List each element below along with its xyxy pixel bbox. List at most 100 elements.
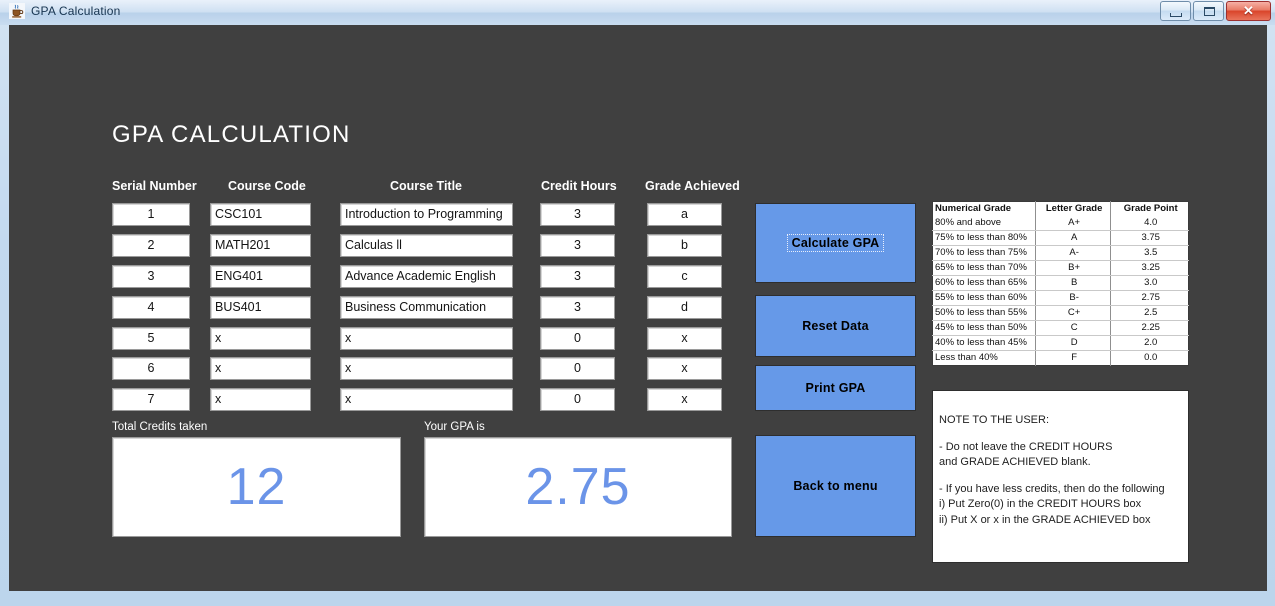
note-spacer [939, 429, 1188, 440]
course-code-field-row-6[interactable]: x [210, 357, 311, 380]
grade-point: 2.0 [1110, 335, 1189, 351]
maximize-icon [1204, 7, 1215, 16]
letter-grade: C+ [1035, 305, 1112, 321]
credit-hours-field-row-7[interactable]: 0 [540, 388, 615, 411]
course-title-field-row-6[interactable]: x [340, 357, 513, 380]
credit-hours-field-row-4[interactable]: 3 [540, 296, 615, 319]
course-title-field-row-7[interactable]: x [340, 388, 513, 411]
grade-scale-header-row: Numerical Grade Letter Grade Grade Point [932, 201, 1189, 216]
letter-grade: B [1035, 275, 1112, 291]
letter-grade: F [1035, 350, 1112, 366]
print-gpa-label: Print GPA [805, 381, 866, 395]
grade-field-row-4[interactable]: d [647, 296, 722, 319]
column-header-credit-hours: Credit Hours [541, 179, 617, 193]
course-code-field-row-4[interactable]: BUS401 [210, 296, 311, 319]
grade-field-row-3[interactable]: c [647, 265, 722, 288]
serial-field-row-1[interactable]: 1 [112, 203, 190, 226]
credit-hours-field-row-2[interactable]: 3 [540, 234, 615, 257]
minimize-icon [1170, 13, 1182, 17]
application-window: GPA Calculation ✕ GPA CALCULATION Serial… [0, 0, 1275, 606]
window-title: GPA Calculation [31, 4, 121, 18]
grade-field-row-1[interactable]: a [647, 203, 722, 226]
grade-scale-header-letter: Letter Grade [1035, 201, 1112, 216]
serial-field-row-7[interactable]: 7 [112, 388, 190, 411]
grade-range: 45% to less than 50% [932, 320, 1036, 336]
gpa-label: Your GPA is [424, 421, 485, 433]
table-row: 55% to less than 60% B- 2.75 [932, 290, 1189, 306]
grade-field-row-5[interactable]: x [647, 327, 722, 350]
app-content: GPA CALCULATION Serial Number Course Cod… [9, 25, 1267, 591]
course-code-field-row-2[interactable]: MATH201 [210, 234, 311, 257]
note-spacer [939, 471, 1188, 482]
grade-point: 3.0 [1110, 275, 1189, 291]
course-title-field-row-5[interactable]: x [340, 327, 513, 350]
close-button[interactable]: ✕ [1226, 1, 1271, 21]
credit-hours-field-row-6[interactable]: 0 [540, 357, 615, 380]
reset-data-button[interactable]: Reset Data [755, 295, 916, 357]
table-row: 60% to less than 65% B 3.0 [932, 275, 1189, 291]
course-title-field-row-4[interactable]: Business Communication [340, 296, 513, 319]
letter-grade: C [1035, 320, 1112, 336]
back-to-menu-label: Back to menu [793, 479, 878, 493]
note-line-4: i) Put Zero(0) in the CREDIT HOURS box [939, 498, 1142, 510]
total-credits-value: 12 [112, 437, 401, 537]
serial-field-row-5[interactable]: 5 [112, 327, 190, 350]
table-row: 70% to less than 75% A- 3.5 [932, 245, 1189, 261]
credit-hours-field-row-5[interactable]: 0 [540, 327, 615, 350]
grade-range: Less than 40% [932, 350, 1036, 366]
letter-grade: A+ [1035, 216, 1112, 231]
grade-range: 75% to less than 80% [932, 230, 1036, 246]
table-row: 45% to less than 50% C 2.25 [932, 320, 1189, 336]
credit-hours-field-row-1[interactable]: 3 [540, 203, 615, 226]
column-header-course-title: Course Title [390, 179, 463, 193]
grade-point: 2.25 [1110, 320, 1189, 336]
grade-field-row-2[interactable]: b [647, 234, 722, 257]
grade-point: 0.0 [1144, 352, 1158, 363]
serial-field-row-4[interactable]: 4 [112, 296, 190, 319]
course-code-field-row-5[interactable]: x [210, 327, 311, 350]
letter-grade: A [1035, 230, 1112, 246]
note-line-3: - If you have less credits, then do the … [939, 482, 1165, 495]
grade-field-row-7[interactable]: x [647, 388, 722, 411]
grade-point: 3.25 [1110, 260, 1189, 276]
title-bar-left: GPA Calculation [9, 3, 121, 19]
credit-hours-field-row-3[interactable]: 3 [540, 265, 615, 288]
serial-field-row-3[interactable]: 3 [112, 265, 190, 288]
table-row: 80% and above A+ 4.0 [932, 216, 1189, 231]
column-header-course-code: Course Code [228, 179, 306, 193]
page-title: GPA CALCULATION [112, 121, 351, 148]
course-code-field-row-3[interactable]: ENG401 [210, 265, 311, 288]
serial-field-row-6[interactable]: 6 [112, 357, 190, 380]
grade-range: 50% to less than 55% [932, 305, 1036, 321]
gpa-value: 2.75 [424, 437, 732, 537]
back-to-menu-button[interactable]: Back to menu [755, 435, 916, 537]
minimize-button[interactable] [1160, 1, 1191, 21]
letter-grade: D [1035, 335, 1112, 351]
calculate-gpa-label: Calculate GPA [786, 234, 885, 252]
letter-grade: B+ [1035, 260, 1112, 276]
letter-grade: B- [1035, 290, 1112, 306]
print-gpa-button[interactable]: Print GPA [755, 365, 916, 411]
course-code-field-row-1[interactable]: CSC101 [210, 203, 311, 226]
letter-grade: A- [1035, 245, 1112, 261]
course-title-field-row-3[interactable]: Advance Academic English [340, 265, 513, 288]
grade-point: 2.75 [1110, 290, 1189, 306]
note-line-2: and GRADE ACHIEVED blank. [939, 456, 1091, 468]
course-title-field-row-2[interactable]: Calculas ll [340, 234, 513, 257]
serial-field-row-2[interactable]: 2 [112, 234, 190, 257]
course-title-field-row-1[interactable]: Introduction to Programming [340, 203, 513, 226]
column-header-grade-achieved: Grade Achieved [645, 179, 740, 193]
course-code-field-row-7[interactable]: x [210, 388, 311, 411]
close-icon: ✕ [1243, 3, 1254, 18]
note-line-1: - Do not leave the CREDIT HOURS [939, 440, 1113, 453]
grade-field-row-6[interactable]: x [647, 357, 722, 380]
maximize-button[interactable] [1193, 1, 1224, 21]
grade-range: 40% to less than 45% [932, 335, 1036, 351]
grade-scale-table: Numerical Grade Letter Grade Grade Point… [932, 201, 1189, 366]
calculate-gpa-button[interactable]: Calculate GPA [755, 203, 916, 283]
table-row: Less than 40% F 0.0 [932, 350, 1189, 366]
grade-range: 80% and above [932, 216, 1036, 231]
grade-range: 65% to less than 70% [932, 260, 1036, 276]
note-line-5: ii) Put X or x in the GRADE ACHIEVED box [939, 513, 1151, 526]
reset-data-label: Reset Data [802, 319, 869, 333]
